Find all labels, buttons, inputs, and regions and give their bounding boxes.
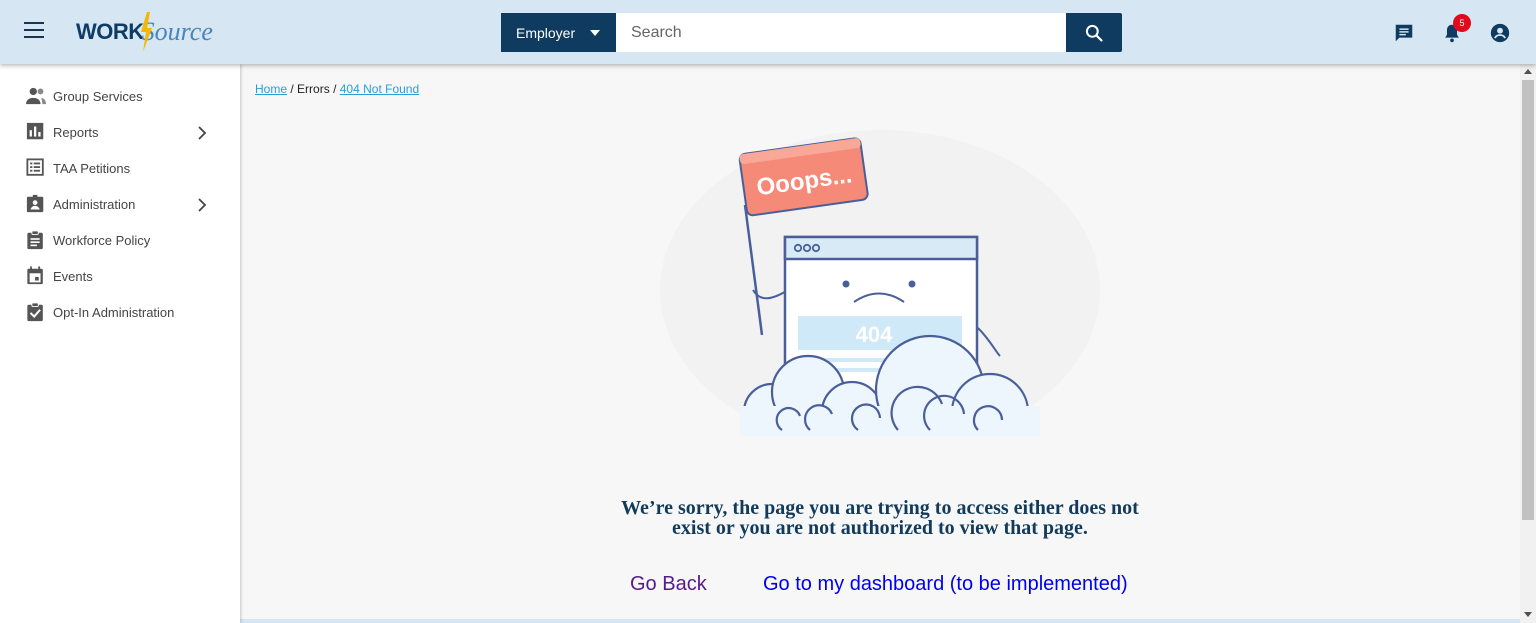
chevron-right-icon bbox=[198, 126, 207, 140]
sidebar-item-group-services[interactable]: Group Services bbox=[0, 78, 240, 114]
sidebar-item-label: Group Services bbox=[53, 88, 143, 104]
breadcrumb: Home / Errors / 404 Not Found bbox=[255, 82, 419, 96]
bar-chart-icon bbox=[26, 122, 44, 140]
vertical-scrollbar[interactable] bbox=[1520, 64, 1536, 623]
breadcrumb-separator: / bbox=[290, 82, 294, 96]
search-input[interactable] bbox=[616, 13, 1066, 52]
sidebar-item-label: Events bbox=[53, 268, 93, 284]
footer-divider bbox=[240, 619, 1520, 623]
admin-badge-icon bbox=[26, 194, 44, 213]
sidebar: Group Services Reports TAA Petitions Adm… bbox=[0, 64, 240, 623]
error-message-line1: We’re sorry, the page you are trying to … bbox=[621, 497, 1139, 519]
error-code-text: 404 bbox=[856, 322, 893, 347]
caret-down-icon bbox=[590, 30, 600, 36]
sidebar-item-label: Workforce Policy bbox=[53, 232, 151, 248]
main-content: Home / Errors / 404 Not Found Ooops... 4… bbox=[240, 64, 1520, 619]
role-select-value: Employer bbox=[516, 24, 576, 41]
account-icon[interactable] bbox=[1489, 22, 1511, 44]
sidebar-item-administration[interactable]: Administration bbox=[0, 186, 240, 222]
calendar-icon bbox=[27, 266, 43, 285]
top-header: WORKSource Employer 5 bbox=[0, 0, 1536, 64]
scrollbar-thumb[interactable] bbox=[1522, 80, 1534, 520]
sidebar-item-opt-in-administration[interactable]: Opt-In Administration bbox=[0, 294, 240, 330]
breadcrumb-home-link[interactable]: Home bbox=[255, 82, 287, 96]
sidebar-item-workforce-policy[interactable]: Workforce Policy bbox=[0, 222, 240, 258]
breadcrumb-current-link[interactable]: 404 Not Found bbox=[340, 82, 419, 96]
sidebar-item-taa-petitions[interactable]: TAA Petitions bbox=[0, 150, 240, 186]
breadcrumb-errors: Errors bbox=[297, 82, 330, 96]
scroll-down-arrow-icon[interactable] bbox=[1524, 612, 1532, 617]
search-bar: Employer bbox=[501, 13, 1122, 52]
lightning-bolt-icon bbox=[141, 12, 152, 52]
sidebar-item-label: Administration bbox=[53, 196, 136, 212]
go-to-dashboard-link[interactable]: Go to my dashboard (to be implemented) bbox=[763, 573, 1128, 596]
role-select[interactable]: Employer bbox=[501, 13, 616, 52]
clipboard-check-icon bbox=[27, 302, 43, 322]
clipboard-icon bbox=[27, 230, 43, 250]
logo-text-work: WORK bbox=[76, 19, 144, 44]
breadcrumb-separator: / bbox=[333, 82, 337, 96]
worksource-logo[interactable]: WORK Source bbox=[76, 12, 213, 52]
chat-icon[interactable] bbox=[1393, 22, 1415, 44]
search-button[interactable] bbox=[1066, 13, 1122, 52]
sidebar-item-label: Opt-In Administration bbox=[53, 304, 175, 320]
sidebar-item-events[interactable]: Events bbox=[0, 258, 240, 294]
error-message: We’re sorry, the page you are trying to … bbox=[580, 498, 1180, 538]
scroll-up-arrow-icon[interactable] bbox=[1524, 69, 1532, 74]
go-back-link[interactable]: Go Back bbox=[630, 573, 707, 596]
chevron-right-icon bbox=[198, 198, 207, 212]
error-message-line2: exist or you are not authorized to view … bbox=[672, 517, 1088, 539]
list-icon bbox=[26, 158, 44, 176]
menu-icon[interactable] bbox=[24, 22, 46, 40]
group-icon bbox=[26, 87, 46, 105]
search-icon bbox=[1085, 24, 1103, 42]
notification-badge: 5 bbox=[1453, 14, 1471, 32]
sidebar-item-label: Reports bbox=[53, 124, 99, 140]
error-404-illustration: Ooops... 404 bbox=[660, 130, 1100, 460]
sidebar-item-label: TAA Petitions bbox=[53, 160, 131, 176]
sidebar-item-reports[interactable]: Reports bbox=[0, 114, 240, 150]
